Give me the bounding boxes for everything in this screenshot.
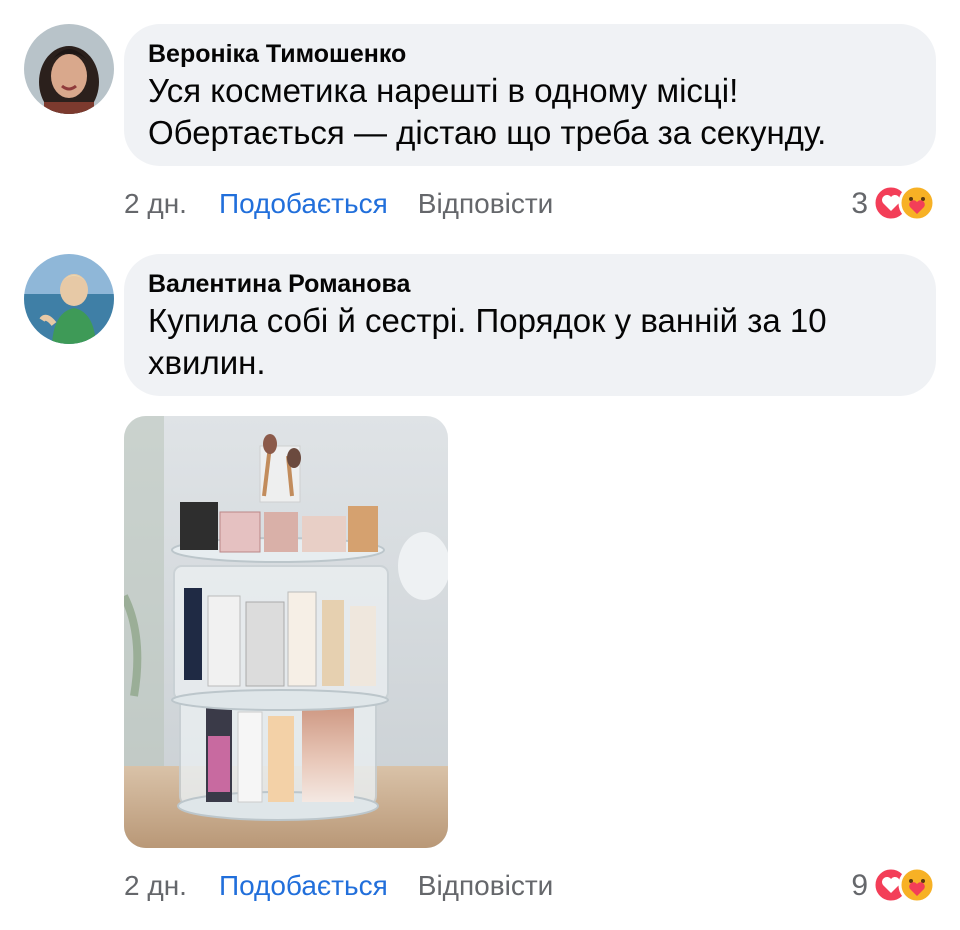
like-button[interactable]: Подобається [219, 870, 388, 902]
care-icon [898, 184, 936, 222]
comment-author[interactable]: Валентина Романова [148, 268, 912, 300]
care-icon [898, 866, 936, 904]
reaction-count: 3 [851, 187, 868, 220]
reactions-summary[interactable]: 9 [851, 866, 938, 906]
avatar[interactable] [24, 24, 114, 114]
comment-time[interactable]: 2 дн. [124, 188, 187, 220]
comment-actions: 2 дн. Подобається Відповісти [124, 184, 553, 224]
comment-time[interactable]: 2 дн. [124, 870, 187, 902]
avatar[interactable] [24, 254, 114, 344]
avatar-photo-icon [24, 24, 114, 114]
comment-attachment-photo[interactable] [124, 416, 448, 848]
reply-button[interactable]: Відповісти [418, 870, 554, 902]
comment-bubble: Валентина Романова Купила собі й сестрі.… [124, 254, 936, 396]
comment-text-line-1: Купила собі й сестрі. Порядок у ванній з… [148, 302, 827, 339]
reply-button[interactable]: Відповісти [418, 188, 554, 220]
reaction-count: 9 [851, 869, 868, 902]
comment-author[interactable]: Вероніка Тимошенко [148, 38, 912, 70]
comment-bubble: Вероніка Тимошенко Уся косметика нарешті… [124, 24, 936, 166]
comment-text-line-2: хвилин. [148, 344, 266, 381]
comment-text-line-1: Уся косметика нарешті в одному місці! [148, 72, 739, 109]
cosmetics-organizer-image [124, 416, 448, 848]
avatar-photo-icon [24, 254, 114, 344]
comment-actions: 2 дн. Подобається Відповісти [124, 866, 553, 906]
reactions-summary[interactable]: 3 [851, 184, 938, 224]
comment-text-line-2: Обертається — дістаю що треба за секунду… [148, 114, 827, 151]
like-button[interactable]: Подобається [219, 188, 388, 220]
